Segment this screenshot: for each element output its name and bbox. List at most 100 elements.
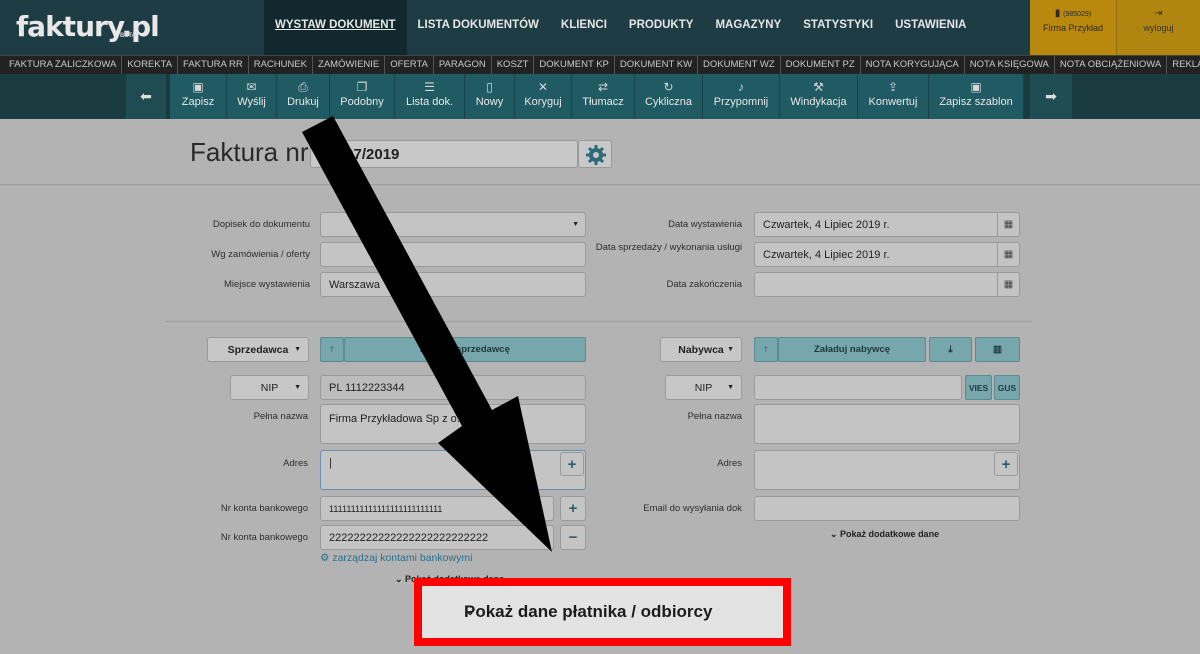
- toolbar-new-button[interactable]: ▯ Nowy: [465, 74, 515, 119]
- buyer-upload-button[interactable]: ↑: [754, 337, 778, 362]
- issue-date-input[interactable]: Czwartek, 4 Lipiec 2019 r. ▦: [754, 212, 1020, 237]
- logout-icon: ⇥: [1154, 8, 1163, 19]
- dopisek-select[interactable]: ▼: [320, 212, 586, 237]
- nav-ustawienia[interactable]: USTAWIENIA: [884, 0, 977, 55]
- doctype-dokument-wz[interactable]: DOKUMENT WZ: [698, 56, 781, 74]
- next-arrow-icon[interactable]: ➡: [1030, 74, 1072, 119]
- place-label: Miejsce wystawienia: [223, 279, 310, 290]
- firm-name: Firma Przykład: [1042, 23, 1103, 33]
- prev-arrow-icon[interactable]: ⬅: [126, 74, 166, 119]
- caret-down-icon: ▼: [727, 384, 734, 391]
- order-ref-label: Wg zamówienia / oferty: [211, 249, 310, 260]
- toolbar-print-button[interactable]: ⎙ Drukuj: [277, 74, 330, 119]
- toolbar-collection-button[interactable]: ⚒ Windykacja: [780, 74, 858, 119]
- toolbar-similar-button[interactable]: ❐ Podobny: [330, 74, 395, 119]
- seller-name-input[interactable]: Firma Przykładowa Sp z o.o.: [320, 404, 586, 444]
- nav-produkty[interactable]: PRODUKTY: [618, 0, 705, 55]
- sale-date-input[interactable]: Czwartek, 4 Lipiec 2019 r. ▦: [754, 242, 1020, 267]
- manage-bank-accounts-link[interactable]: ⚙ zarządzaj kontami bankowymi: [320, 552, 472, 564]
- seller-bank-input-2[interactable]: 22222222222222222222222222: [320, 525, 554, 550]
- order-ref-input[interactable]: [320, 242, 586, 267]
- doctype-paragon[interactable]: PARAGON: [434, 56, 492, 74]
- sale-date-value: Czwartek, 4 Lipiec 2019 r.: [763, 248, 890, 261]
- toolbar-save-template-button[interactable]: ▣ Zapisz szablon: [929, 74, 1024, 119]
- download-icon: ⤓: [948, 344, 953, 355]
- print-icon: ⎙: [298, 80, 308, 94]
- sale-date-label: Data sprzedaży / wykonania usługi: [595, 242, 742, 253]
- remove-bank-account-button[interactable]: −: [560, 525, 586, 550]
- toolbar-remind-button[interactable]: ♪ Przypomnij: [703, 74, 780, 119]
- file-icon: ▯: [486, 80, 493, 94]
- doctype-faktura-zaliczkowa[interactable]: FAKTURA ZALICZKOWA: [4, 56, 123, 74]
- bar-chart-icon: ▥: [993, 344, 1002, 355]
- firm-switcher[interactable]: ▮ (985029) Firma Przykład: [1030, 0, 1116, 55]
- toolbar-translate-button[interactable]: ⇄ Tłumacz: [572, 74, 635, 119]
- buyer-address-input[interactable]: [754, 450, 1020, 490]
- document-settings-button[interactable]: [578, 140, 612, 168]
- show-payer-recipient-button[interactable]: ⌄ Pokaż dane płatnika / odbiorcy: [422, 586, 783, 638]
- calendar-icon[interactable]: ▦: [997, 213, 1019, 236]
- action-toolbar: ⬅ ▣ Zapisz ✉ Wyślij ⎙ Drukuj ❐ Podobny ☰ List…: [0, 74, 1200, 119]
- seller-nip-input[interactable]: PL 1112223344: [320, 375, 586, 400]
- buyer-role-select[interactable]: Nabywca ▼: [660, 337, 742, 362]
- buyer-stats-button[interactable]: ▥: [975, 337, 1020, 362]
- toolbar-save-button[interactable]: ▣ Zapisz: [170, 74, 227, 119]
- nav-klienci[interactable]: KLIENCI: [550, 0, 618, 55]
- mail-icon: ✉: [246, 80, 257, 94]
- doctype-dokument-kw[interactable]: DOKUMENT KW: [615, 56, 699, 74]
- buyer-name-input[interactable]: [754, 404, 1020, 444]
- buyer-download-button[interactable]: ⤓: [929, 337, 972, 362]
- doctype-rachunek[interactable]: RACHUNEK: [249, 56, 314, 74]
- toolbar-cyclic-button[interactable]: ↻ Cykliczna: [635, 74, 703, 119]
- toolbar-send-button[interactable]: ✉ Wyślij: [227, 74, 277, 119]
- document-number-field[interactable]: /07/2019: [310, 140, 578, 168]
- buyer-email-input[interactable]: [754, 496, 1020, 521]
- doctype-zamowienie[interactable]: ZAMÓWIENIE: [313, 56, 386, 74]
- caret-down-icon: ▼: [294, 384, 301, 391]
- seller-bank-input-1[interactable]: 11111111111111111111111111: [320, 496, 554, 521]
- doctype-oferta[interactable]: OFERTA: [385, 56, 434, 74]
- doctype-nota-ksiegowa[interactable]: NOTA KSIĘGOWA: [965, 56, 1055, 74]
- calendar-icon[interactable]: ▦: [997, 243, 1019, 266]
- toolbar-correct-button[interactable]: ✕ Koryguj: [515, 74, 572, 119]
- buyer-nip-input[interactable]: [754, 375, 962, 400]
- doctype-koszt[interactable]: KOSZT: [492, 56, 535, 74]
- gus-button[interactable]: GUS: [994, 375, 1020, 400]
- doctype-korekta[interactable]: KOREKTA: [122, 56, 179, 74]
- seller-role-select[interactable]: Sprzedawca ▼: [207, 337, 309, 362]
- copy-icon: ❐: [356, 80, 368, 94]
- vies-button[interactable]: VIES: [965, 375, 992, 400]
- buyer-nip-type-select[interactable]: NIP ▼: [665, 375, 742, 400]
- buyer-add-address-button[interactable]: +: [994, 452, 1018, 476]
- logo[interactable]: faktury.pl: [16, 10, 160, 43]
- doctype-faktura-rr[interactable]: FAKTURA RR: [178, 56, 249, 74]
- end-date-input[interactable]: ▦: [754, 272, 1020, 297]
- load-buyer-button[interactable]: Załaduj nabywcę: [778, 337, 926, 362]
- logout-button[interactable]: ⇥ wyloguj: [1116, 0, 1200, 55]
- chevron-down-icon: ⌄: [395, 574, 406, 584]
- seller-address-input[interactable]: |: [320, 450, 586, 490]
- nav-lista-dokumentow[interactable]: LISTA DOKUMENTÓW: [407, 0, 550, 55]
- logout-label: wyloguj: [1143, 23, 1174, 33]
- toolbar-convert-button[interactable]: ⇪ Konwertuj: [858, 74, 929, 119]
- seller-upload-button[interactable]: ↑: [320, 337, 344, 362]
- top-bar: faktury.pl BETA WYSTAW DOKUMENT LISTA DO…: [0, 0, 1200, 55]
- doctype-reklamacja[interactable]: REKLAMACJA: [1167, 56, 1200, 74]
- nav-magazyny[interactable]: MAGAZYNY: [704, 0, 792, 55]
- toolbar-doc-list-button[interactable]: ☰ Lista dok.: [395, 74, 465, 119]
- upload-icon: ⇪: [887, 80, 899, 94]
- buyer-show-more-toggle[interactable]: ⌄ Pokaż dodatkowe dane: [830, 529, 939, 540]
- nav-statystyki[interactable]: STATYSTYKI: [792, 0, 884, 55]
- doctype-nota-korygujaca[interactable]: NOTA KORYGUJĄCA: [861, 56, 965, 74]
- calendar-icon[interactable]: ▦: [997, 273, 1019, 296]
- place-input[interactable]: Warszawa: [320, 272, 586, 297]
- building-icon: ▮ (985029): [1054, 8, 1092, 19]
- doctype-dokument-kp[interactable]: DOKUMENT KP: [534, 56, 615, 74]
- doctype-nota-obciazeniowa[interactable]: NOTA OBCIĄŻENIOWA: [1055, 56, 1168, 74]
- save-template-icon: ▣: [970, 80, 982, 94]
- load-seller-button[interactable]: Załaduj sprzedawcę: [344, 337, 586, 362]
- bell-icon: ♪: [738, 80, 744, 94]
- doctype-dokument-pz[interactable]: DOKUMENT PZ: [781, 56, 861, 74]
- seller-nip-type-select[interactable]: NIP ▼: [230, 375, 309, 400]
- nav-wystaw-dokument[interactable]: WYSTAW DOKUMENT: [264, 0, 407, 55]
